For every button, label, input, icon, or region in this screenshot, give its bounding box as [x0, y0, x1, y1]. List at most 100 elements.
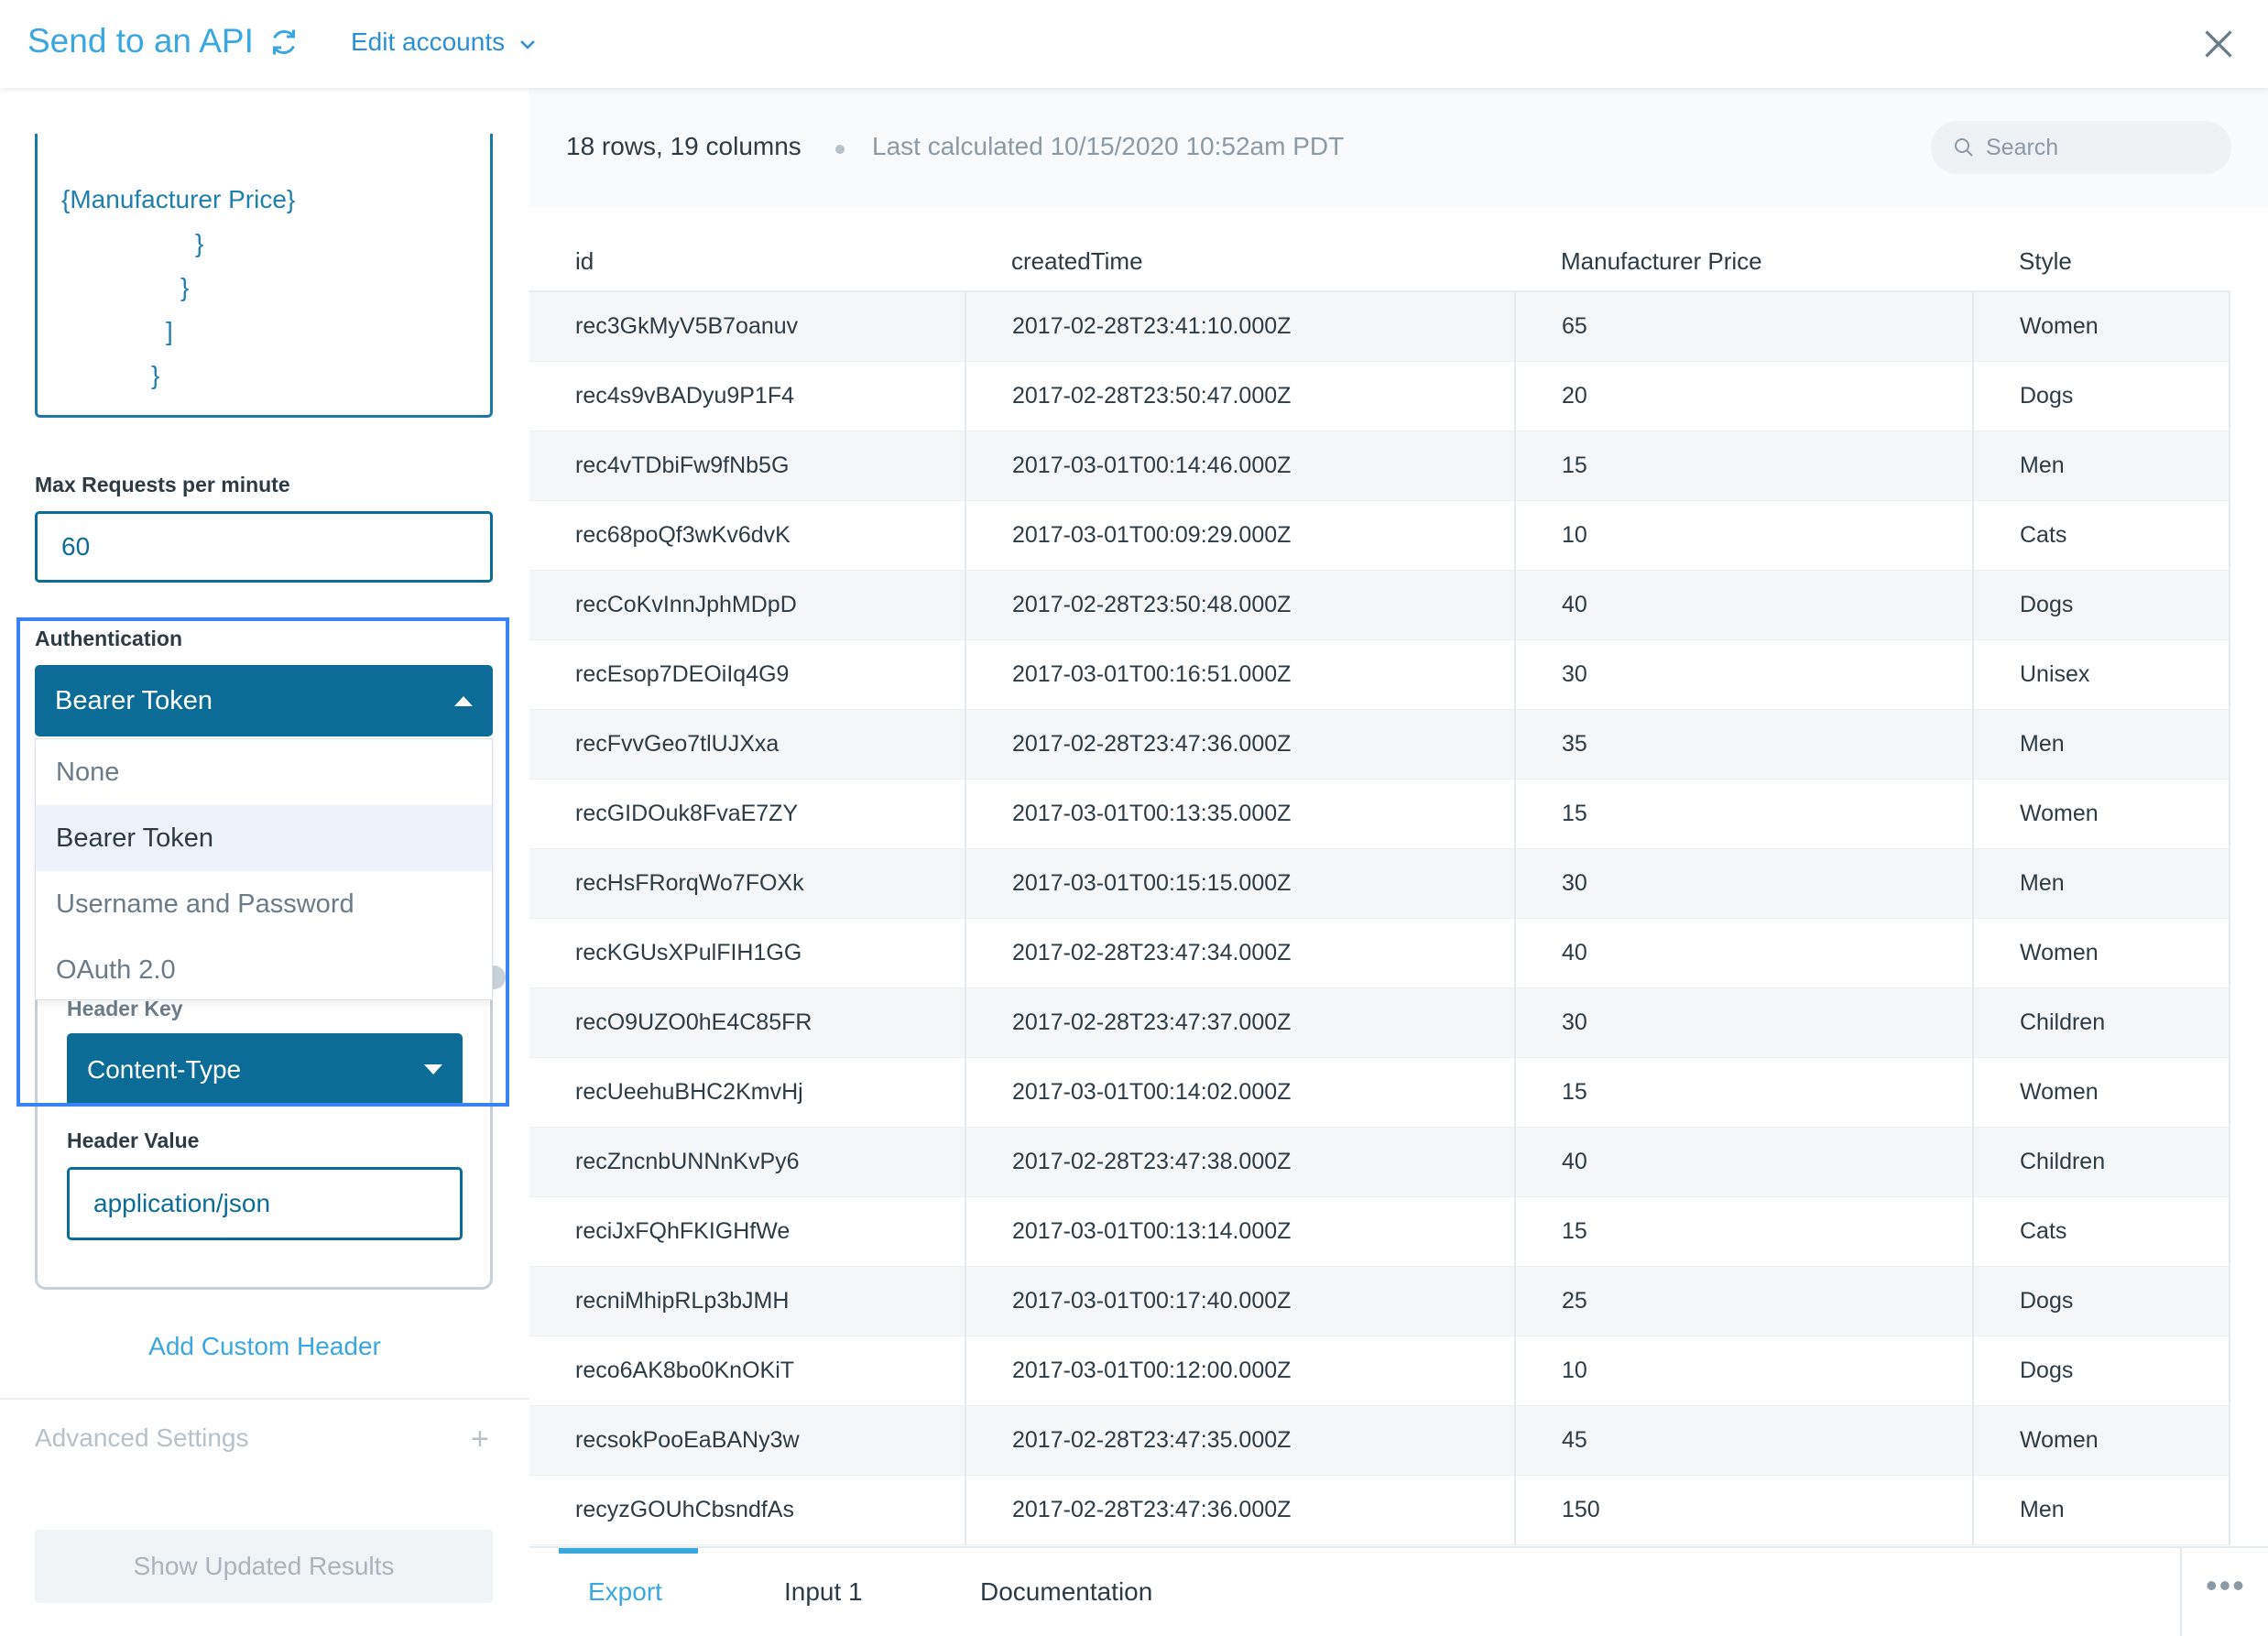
table-cell: 15 — [1515, 1196, 1974, 1267]
table-row[interactable]: recCoKvInnJphMDpD 2017-02-28T23:50:48.000… — [529, 570, 2230, 640]
caret-up-icon — [454, 696, 473, 706]
table-cell: recO9UZO0hE4C85FR — [529, 987, 966, 1058]
table-row[interactable]: recEsop7DEOiIq4G9 2017-03-01T00:16:51.000… — [529, 639, 2230, 710]
table-row[interactable]: rec4s9vBADyu9P1F4 2017-02-28T23:50:47.000… — [529, 361, 2230, 431]
column-header-id[interactable]: id — [529, 207, 965, 292]
more-icon[interactable]: ••• — [2206, 1566, 2246, 1605]
dropdown-option-username-password[interactable]: Username and Password — [36, 871, 492, 937]
close-icon[interactable] — [2202, 27, 2235, 60]
table-cell: 2017-03-01T00:17:40.000Z — [965, 1266, 1516, 1336]
table-row[interactable]: rec68poQf3wKv6dvK 2017-03-01T00:09:29.000… — [529, 500, 2230, 571]
table-cell: recEsop7DEOiIq4G9 — [529, 639, 966, 710]
header-key-value: Content-Type — [87, 1055, 242, 1084]
table-cell: Children — [1973, 1127, 2230, 1197]
table-cell: 2017-02-28T23:41:10.000Z — [965, 291, 1516, 362]
table-row[interactable]: reciJxFQhFKIGHfWe 2017-03-01T00:13:14.000… — [529, 1196, 2230, 1267]
table-header-row: id createdTime Manufacturer Price Style — [529, 207, 2230, 292]
table-cell: Women — [1973, 779, 2230, 849]
table-cell: Men — [1973, 709, 2230, 780]
tab-export[interactable]: Export — [588, 1577, 662, 1607]
table-cell: 2017-02-28T23:47:34.000Z — [965, 918, 1516, 988]
search-icon — [1955, 138, 1973, 157]
table-cell: 2017-03-01T00:13:14.000Z — [965, 1196, 1516, 1267]
tab-documentation[interactable]: Documentation — [980, 1577, 1152, 1607]
refresh-icon[interactable] — [267, 26, 300, 59]
table-cell: reciJxFQhFKIGHfWe — [529, 1196, 966, 1267]
edit-accounts-button[interactable]: Edit accounts — [351, 27, 536, 57]
table-cell: Dogs — [1973, 361, 2230, 431]
table-row[interactable]: recFvvGeo7tlUJXxa 2017-02-28T23:47:36.000… — [529, 709, 2230, 780]
table-cell: Children — [1973, 987, 2230, 1058]
table-row[interactable]: recUeehuBHC2KmvHj 2017-03-01T00:14:02.000… — [529, 1057, 2230, 1128]
results-table: id createdTime Manufacturer Price Style … — [529, 207, 2230, 1545]
max-requests-value: 60 — [61, 532, 91, 561]
dropdown-option-bearer-token[interactable]: Bearer Token — [36, 805, 492, 871]
request-body-editor[interactable]: {Manufacturer Price} } } ] } — [35, 134, 493, 418]
bottom-tab-bar: Export Input 1 Documentation ••• — [529, 1546, 2268, 1636]
plus-icon[interactable]: + — [471, 1422, 489, 1457]
table-row[interactable]: rec4vTDbiFw9fNb5G 2017-03-01T00:14:46.000… — [529, 431, 2230, 501]
table-cell: recZncnbUNNnKvPy6 — [529, 1127, 966, 1197]
search-box[interactable]: Search — [1931, 121, 2231, 174]
table-cell: 2017-03-01T00:12:00.000Z — [965, 1336, 1516, 1406]
rows-columns-count: 18 rows, 19 columns — [566, 132, 801, 160]
advanced-settings-toggle[interactable]: Advanced Settings — [35, 1423, 249, 1453]
table-cell: 40 — [1515, 918, 1974, 988]
table-row[interactable]: recniMhipRLp3bJMH 2017-03-01T00:17:40.000… — [529, 1266, 2230, 1336]
table-cell: rec68poQf3wKv6dvK — [529, 500, 966, 571]
chevron-down-icon — [520, 40, 535, 49]
table-row[interactable]: recsokPooEaBANy3w 2017-02-28T23:47:35.000… — [529, 1405, 2230, 1476]
authentication-dropdown-menu: None Bearer Token Username and Password … — [35, 738, 493, 1000]
table-cell: Women — [1973, 918, 2230, 988]
settings-panel: {Manufacturer Price} } } ] } Max Request… — [0, 88, 529, 1636]
results-info-bar: 18 rows, 19 columns Last calculated 10/1… — [529, 88, 2268, 207]
table-row[interactable]: recHsFRorqWo7FOXk 2017-03-01T00:15:15.000… — [529, 848, 2230, 919]
table-cell: 15 — [1515, 431, 1974, 501]
table-row[interactable]: recGIDOuk8FvaE7ZY 2017-03-01T00:13:35.000… — [529, 779, 2230, 849]
app-title: Send to an API — [27, 22, 254, 60]
divider — [2180, 1548, 2182, 1636]
code-line: } — [180, 273, 190, 301]
header-value-input[interactable]: application/json — [67, 1167, 463, 1240]
table-cell: Unisex — [1973, 639, 2230, 710]
table-cell: recyzGOUhCbsndfAs — [529, 1475, 966, 1545]
table-cell: recUeehuBHC2KmvHj — [529, 1057, 966, 1128]
edit-accounts-label: Edit accounts — [351, 27, 506, 56]
table-row[interactable]: rec3GkMyV5B7oanuv 2017-02-28T23:41:10.000… — [529, 291, 2230, 362]
table-cell: recKGUsXPulFIH1GG — [529, 918, 966, 988]
tab-input-1[interactable]: Input 1 — [784, 1577, 863, 1607]
table-cell: Cats — [1973, 1196, 2230, 1267]
column-header-createdtime[interactable]: createdTime — [965, 207, 1515, 292]
table-cell: Men — [1973, 1475, 2230, 1545]
table-cell: recHsFRorqWo7FOXk — [529, 848, 966, 919]
table-cell: 30 — [1515, 987, 1974, 1058]
caret-down-icon — [424, 1064, 442, 1074]
dropdown-option-none[interactable]: None — [36, 739, 492, 805]
show-updated-results-button[interactable]: Show Updated Results — [35, 1530, 493, 1603]
table-cell: Women — [1973, 1057, 2230, 1128]
add-custom-header-button[interactable]: Add Custom Header — [0, 1332, 529, 1361]
max-requests-input[interactable]: 60 — [35, 511, 493, 583]
authentication-label: Authentication — [35, 627, 182, 650]
header-key-select[interactable]: Content-Type — [67, 1033, 463, 1107]
table-row[interactable]: recO9UZO0hE4C85FR 2017-02-28T23:47:37.000… — [529, 987, 2230, 1058]
divider — [0, 1398, 529, 1400]
table-cell: recCoKvInnJphMDpD — [529, 570, 966, 640]
table-cell: 30 — [1515, 639, 1974, 710]
table-row[interactable]: recKGUsXPulFIH1GG 2017-02-28T23:47:34.000… — [529, 918, 2230, 988]
table-row[interactable]: recZncnbUNNnKvPy6 2017-02-28T23:47:38.000… — [529, 1127, 2230, 1197]
code-line: } — [195, 229, 204, 257]
table-cell: Dogs — [1973, 570, 2230, 640]
table-cell: 2017-03-01T00:14:46.000Z — [965, 431, 1516, 501]
authentication-selected-value: Bearer Token — [55, 685, 213, 715]
column-header-style[interactable]: Style — [1973, 207, 2230, 292]
authentication-select[interactable]: Bearer Token — [35, 665, 493, 736]
table-cell: 2017-02-28T23:50:48.000Z — [965, 570, 1516, 640]
column-header-manufacturer-price[interactable]: Manufacturer Price — [1515, 207, 1973, 292]
table-cell: Men — [1973, 431, 2230, 501]
table-cell: 25 — [1515, 1266, 1974, 1336]
table-cell: 45 — [1515, 1405, 1974, 1476]
table-row[interactable]: recyzGOUhCbsndfAs 2017-02-28T23:47:36.000… — [529, 1475, 2230, 1545]
table-row[interactable]: reco6AK8bo0KnOKiT 2017-03-01T00:12:00.000… — [529, 1336, 2230, 1406]
dropdown-option-oauth2[interactable]: OAuth 2.0 — [36, 937, 492, 1003]
